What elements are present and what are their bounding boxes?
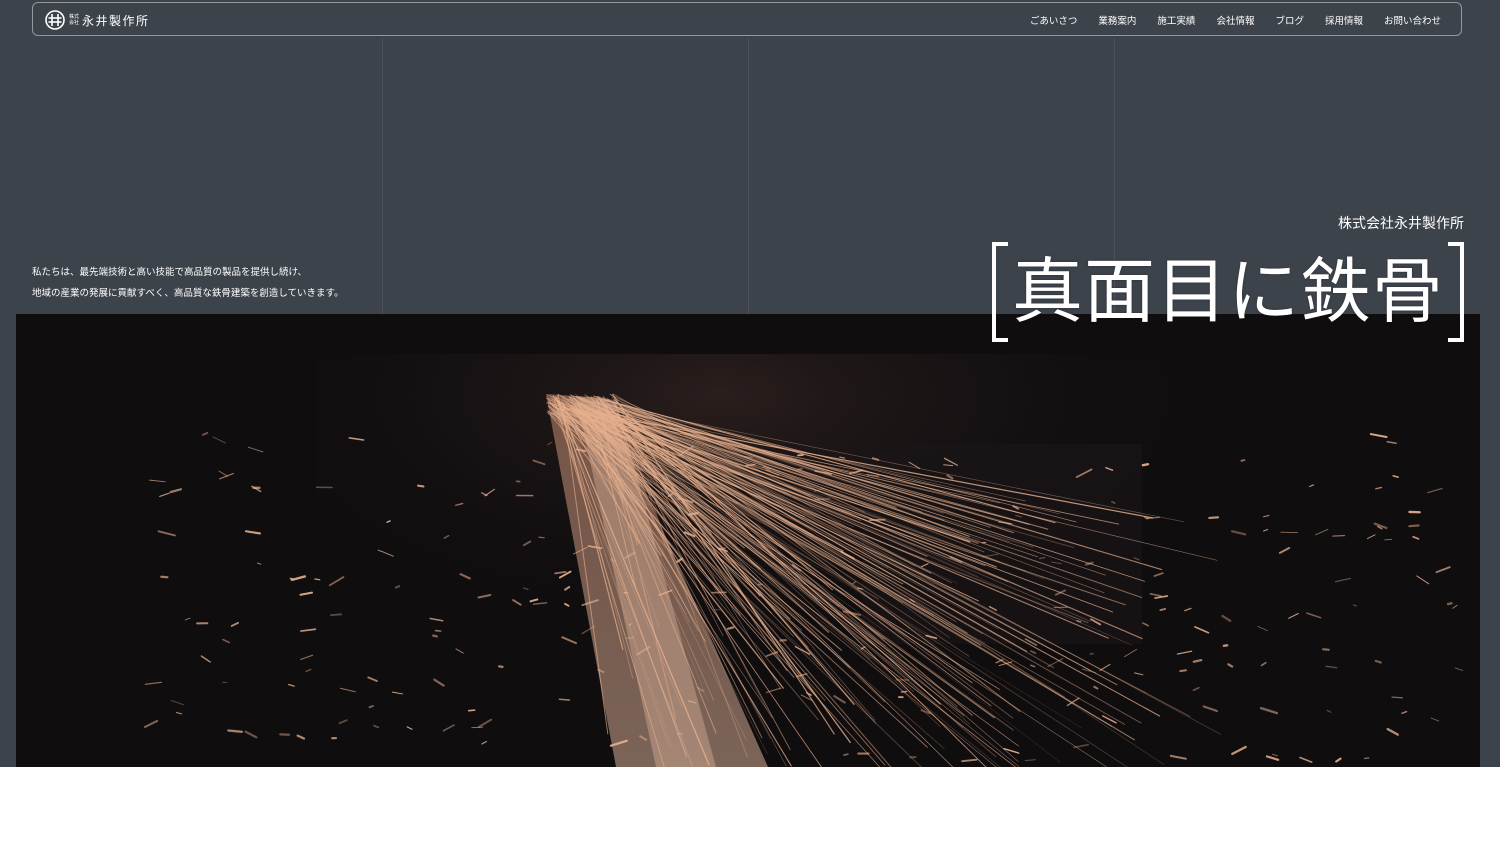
- spark-fleck: [1038, 556, 1046, 560]
- spark-fleck: [745, 463, 756, 467]
- intro-text: 私たちは、最先端技術と高い技能で高品質の製品を提供し続け、 地域の産業の発展に貢…: [32, 262, 344, 304]
- spark-fleck: [1143, 515, 1149, 520]
- spark-fleck: [843, 753, 849, 756]
- page-frame: 株式 会社 永井製作所 ごあいさつ 業務案内 施工実績 会社情報 ブログ 採用情…: [0, 0, 1500, 767]
- spark-fleck: [497, 665, 504, 669]
- spark-fleck: [1446, 602, 1453, 606]
- spark-fleck: [368, 705, 374, 709]
- spark-fleck: [227, 729, 244, 733]
- spark-fleck: [1208, 516, 1220, 519]
- logo-name: 永井製作所: [82, 13, 150, 28]
- spark-fleck: [1240, 459, 1246, 462]
- nav-company[interactable]: 会社情報: [1216, 13, 1254, 27]
- intro-line-1: 私たちは、最先端技術と高い技能で高品質の製品を提供し続け、: [32, 267, 308, 278]
- spark-fleck: [330, 613, 343, 617]
- grid-divider: [382, 38, 383, 314]
- nav-contact[interactable]: お問い合わせ: [1384, 13, 1441, 27]
- spark-fleck: [432, 634, 438, 638]
- left-gutter: [0, 0, 16, 767]
- spark-fleck: [289, 577, 295, 581]
- right-bracket-icon: [1448, 242, 1464, 342]
- spark-fleck: [417, 484, 425, 488]
- intro-line-2: 地域の産業の発展に貢献すべく、高品質な鉄骨建築を創造していきます。: [32, 288, 344, 299]
- main-nav: ごあいさつ 業務案内 施工実績 会社情報 ブログ 採用情報 お問い合わせ: [1030, 3, 1441, 37]
- spark-fleck: [1363, 757, 1370, 760]
- spark-fleck: [394, 585, 401, 589]
- spark-fleck: [1408, 524, 1420, 528]
- company-name: 株式会社永井製作所: [1338, 216, 1464, 232]
- right-gutter: [1480, 0, 1500, 767]
- spark-fleck: [467, 709, 476, 712]
- spark-fleck: [1179, 669, 1187, 673]
- spark-fleck: [1222, 644, 1229, 648]
- spark-fleck: [687, 512, 699, 516]
- spark-fleck: [726, 626, 735, 630]
- left-bracket-icon: [991, 242, 1008, 342]
- nav-recruit[interactable]: 採用情報: [1325, 13, 1363, 27]
- spark-fleck: [314, 578, 321, 581]
- hero-headline: 真面目に鉄骨: [989, 240, 1467, 344]
- grid-divider: [748, 38, 749, 314]
- headline-text: 真面目に鉄骨: [1011, 250, 1444, 333]
- hero-video: [16, 314, 1480, 767]
- spark-fleck: [797, 468, 803, 471]
- nav-blog[interactable]: ブログ: [1275, 13, 1304, 27]
- spark-fleck: [558, 698, 571, 701]
- logo-mark-icon: [45, 10, 65, 30]
- nav-works[interactable]: 施工実績: [1157, 13, 1195, 27]
- spark-fleck: [1141, 462, 1150, 467]
- spark-fleck: [1159, 607, 1167, 612]
- nav-services[interactable]: 業務案内: [1098, 13, 1136, 27]
- nav-greeting[interactable]: ごあいさつ: [1030, 13, 1078, 27]
- sparks-illustration: [16, 314, 1480, 767]
- spark-fleck: [626, 636, 635, 640]
- logo[interactable]: 株式 会社 永井製作所: [45, 10, 150, 30]
- spark-fleck: [1192, 659, 1203, 663]
- logo-company-type: 株式 会社: [69, 14, 79, 26]
- site-header: 株式 会社 永井製作所 ごあいさつ 業務案内 施工実績 会社情報 ブログ 採用情…: [32, 2, 1462, 36]
- logo-small-bottom: 会社: [69, 20, 80, 26]
